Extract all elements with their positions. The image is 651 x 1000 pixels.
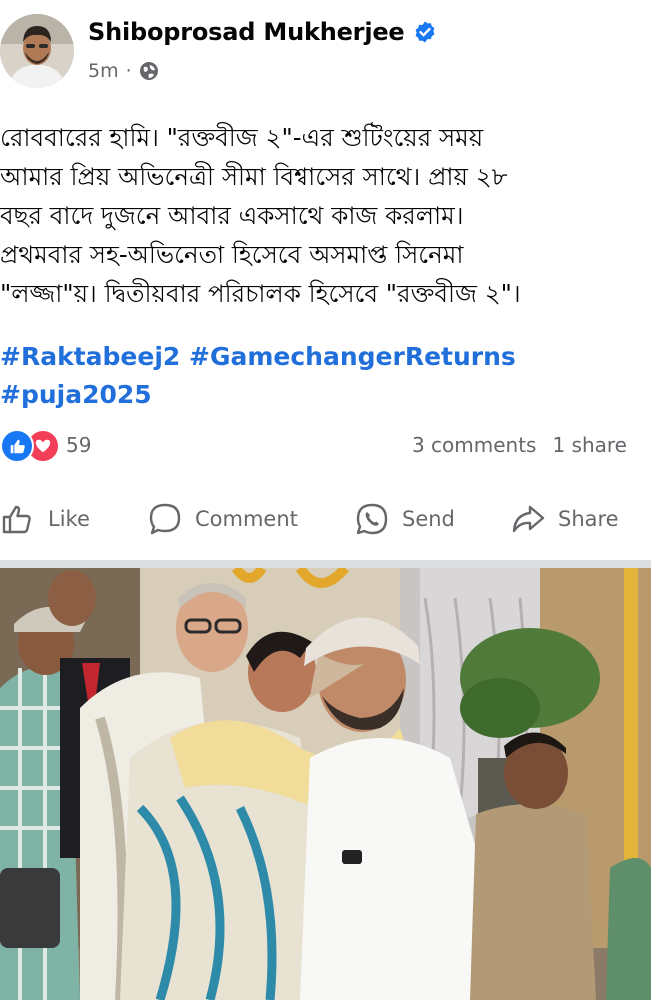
verified-badge-icon — [415, 21, 434, 43]
avatar-image — [0, 14, 74, 88]
share-label: Share — [558, 507, 619, 531]
reactions-bar: 59 3 comments 1 share — [0, 429, 651, 464]
meta-separator: · — [125, 60, 132, 82]
comments-count[interactable]: 3 comments — [412, 433, 537, 457]
post-text-line: প্রথমবার সহ-অভিনেতা হিসেবে অসমাপ্ত সিনেম… — [0, 240, 464, 269]
hashtag-raktabeej2[interactable]: #Raktabeej2 — [0, 342, 180, 371]
comment-label: Comment — [195, 507, 298, 531]
post-text-line: বছর বাদে দুজনে আবার একসাথে কাজ করলাম। — [0, 201, 464, 230]
like-button[interactable]: Like — [0, 496, 90, 542]
globe-icon[interactable] — [139, 61, 159, 81]
whatsapp-icon — [356, 503, 388, 535]
reaction-icons[interactable] — [0, 429, 60, 463]
post-header: Shiboprosad Mukherjee 5m · — [0, 0, 651, 100]
hashtags: #Raktabeej2 #GamechangerReturns #puja202… — [0, 338, 651, 414]
shares-count[interactable]: 1 share — [552, 433, 627, 457]
send-label: Send — [402, 507, 455, 531]
hashtag-gamechangerreturns[interactable]: #GamechangerReturns — [189, 342, 516, 371]
post-text: রোববারের হামি। "রক্তবীজ ২"-এর শুটিংয়ের … — [0, 118, 651, 313]
engagement-counts: 3 comments 1 share — [412, 433, 627, 457]
hashtag-puja2025[interactable]: #puja2025 — [0, 380, 152, 409]
author-avatar[interactable] — [0, 14, 74, 88]
post-text-line: "লজ্জা"য়। দ্বিতীয়বার পরিচালক হিসেবে "র… — [0, 279, 521, 308]
thumbs-up-icon — [2, 505, 31, 534]
post-photo[interactable] — [0, 568, 651, 1000]
author-name-row[interactable]: Shiboprosad Mukherjee — [88, 18, 437, 46]
send-button[interactable]: Send — [354, 496, 455, 542]
like-label: Like — [48, 507, 90, 531]
author-name[interactable]: Shiboprosad Mukherjee — [88, 18, 405, 46]
post-text-line: আমার প্রিয় অভিনেত্রী সীমা বিশ্বাসের সাথ… — [0, 162, 508, 191]
action-bar: Like Comment Send Share — [0, 496, 651, 542]
post-time[interactable]: 5m — [88, 60, 119, 82]
comment-button[interactable]: Comment — [147, 496, 298, 542]
post-text-line: রোববারের হামি। "রক্তবীজ ২"-এর শুটিংয়ের … — [0, 123, 484, 152]
share-arrow-icon — [512, 505, 545, 533]
post-photo-illustration — [0, 568, 651, 1000]
post-meta: 5m · — [88, 60, 159, 82]
divider — [0, 560, 651, 568]
comment-bubble-icon — [149, 503, 181, 535]
share-button[interactable]: Share — [510, 496, 619, 542]
like-reaction-icon — [0, 429, 34, 463]
reaction-count[interactable]: 59 — [66, 433, 91, 457]
